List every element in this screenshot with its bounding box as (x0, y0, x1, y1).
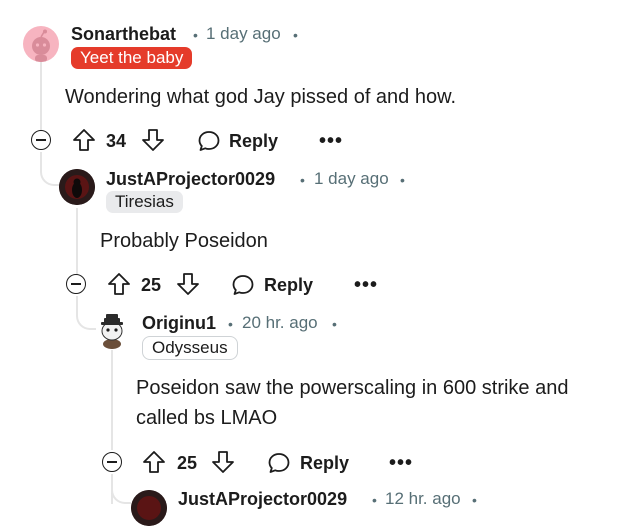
speech-bubble-icon (268, 453, 290, 473)
user-flair: Tiresias (106, 191, 183, 213)
timestamp: 1 day ago (206, 24, 281, 43)
user-flair: Odysseus (142, 336, 238, 360)
avatar-originu1[interactable] (95, 311, 129, 349)
separator-dot: • (228, 316, 233, 332)
collapse-thread-button[interactable] (66, 274, 86, 294)
comment-body-line-2: called bs LMAO (136, 407, 278, 429)
upvote-button[interactable] (107, 272, 131, 296)
upvote-button[interactable] (72, 128, 96, 152)
more-options-button[interactable]: ••• (319, 131, 343, 151)
username[interactable]: Originu1 (142, 313, 216, 334)
reply-label: Reply (300, 453, 350, 473)
separator-dot: • (300, 172, 305, 188)
thread-elbow-to-reply-2 (76, 302, 96, 330)
arrow-up-icon (143, 451, 165, 473)
username[interactable]: JustAProjector0029 (106, 169, 275, 190)
comment-body-line-1: Poseidon saw the powerscaling in 600 str… (136, 377, 569, 399)
separator-dot: • (400, 172, 405, 188)
separator-dot: • (372, 492, 377, 508)
collapse-thread-button[interactable] (102, 452, 122, 472)
comment-body: Wondering what god Jay pissed of and how… (65, 86, 456, 108)
reply-button[interactable]: Reply (197, 128, 287, 154)
downvote-button[interactable] (176, 272, 200, 296)
timestamp: 1 day ago (314, 169, 389, 188)
arrow-up-icon (108, 273, 130, 295)
vote-count: 25 (177, 453, 198, 473)
vote-count: 25 (141, 275, 162, 295)
comment-body: Probably Poseidon (100, 230, 268, 252)
user-flair: Yeet the baby (71, 47, 193, 69)
collapse-thread-button[interactable] (31, 130, 51, 150)
downvote-button[interactable] (141, 128, 165, 152)
reply-label: Reply (229, 131, 279, 151)
speech-bubble-icon (198, 131, 220, 151)
separator-dot: • (472, 492, 477, 508)
reply-label: Reply (264, 275, 314, 295)
arrow-down-icon (142, 129, 164, 151)
avatar-justaprojector0029[interactable] (131, 490, 167, 526)
user-avatar-icon (59, 169, 95, 205)
timestamp: 20 hr. ago (242, 313, 318, 332)
downvote-button[interactable] (211, 450, 235, 474)
upvote-button[interactable] (142, 450, 166, 474)
vote-count: 34 (106, 131, 127, 151)
thread-elbow-to-reply-1 (40, 158, 60, 186)
more-options-button[interactable]: ••• (389, 453, 413, 473)
avatar-sonarthebat[interactable] (23, 26, 59, 62)
reply-button[interactable]: Reply (267, 450, 357, 476)
arrow-up-icon (73, 129, 95, 151)
thread-line-level-1 (76, 208, 78, 274)
avatar-justaprojector0029[interactable] (59, 169, 95, 205)
separator-dot: • (293, 27, 298, 43)
separator-dot: • (332, 316, 337, 332)
arrow-down-icon (177, 273, 199, 295)
reply-button[interactable]: Reply (231, 272, 321, 298)
arrow-down-icon (212, 451, 234, 473)
speech-bubble-icon (232, 275, 254, 295)
thread-elbow-to-reply-3 (111, 478, 131, 504)
timestamp: 12 hr. ago (385, 489, 461, 508)
username[interactable]: Sonarthebat (71, 24, 176, 45)
snoo-avatar-icon (101, 314, 123, 349)
user-avatar-icon (131, 490, 167, 526)
separator-dot: • (193, 27, 198, 43)
snoo-avatar-icon (32, 29, 50, 62)
more-options-button[interactable]: ••• (354, 275, 378, 295)
thread-line-level-2 (111, 350, 113, 450)
thread-line-level-0 (40, 62, 42, 130)
